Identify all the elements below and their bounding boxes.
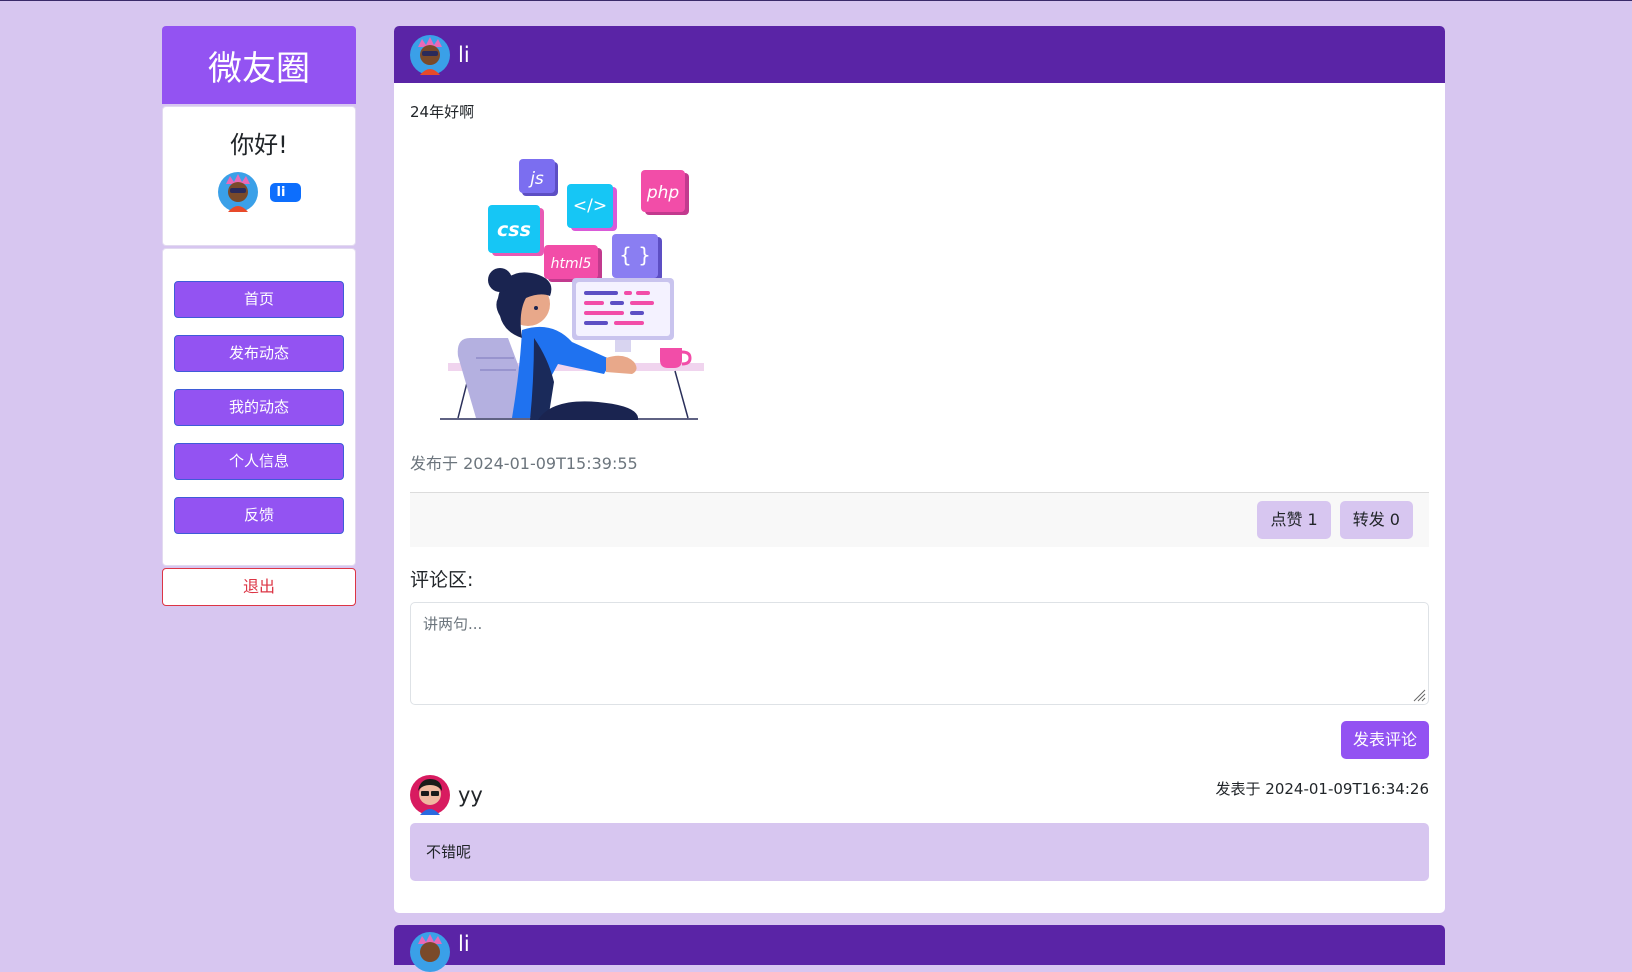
post-image[interactable]: js </> php css html5 {} bbox=[410, 158, 705, 428]
post-time: 发布于 2024-01-09T15:39:55 bbox=[410, 454, 638, 473]
comment-time: 发表于 2024-01-09T16:34:26 bbox=[1215, 780, 1429, 798]
share-button[interactable]: 转发 0 bbox=[1339, 501, 1413, 539]
like-button[interactable]: 点赞 1 bbox=[1257, 501, 1331, 539]
submit-row: 发表评论 bbox=[410, 721, 1429, 759]
next-post-author-avatar[interactable] bbox=[410, 932, 450, 972]
post-body: 24年好啊 js </> php css html5 {} 发布于 2024-… bbox=[394, 83, 1445, 474]
post-text: 24年好啊 bbox=[410, 103, 475, 121]
top-border bbox=[0, 0, 1632, 1]
nav-feedback-button[interactable]: 反馈 bbox=[174, 497, 344, 534]
comment-input[interactable]: 讲两句... bbox=[410, 602, 1429, 705]
svg-text:php: php bbox=[646, 183, 680, 203]
comment-text: 不错呢 bbox=[410, 823, 1429, 881]
greeting-title: 你好! bbox=[230, 131, 288, 159]
comment-user: yy bbox=[410, 775, 483, 815]
nav-profile-button[interactable]: 个人信息 bbox=[174, 443, 344, 480]
nav-menu: 首页 发布动态 我的动态 个人信息 反馈 bbox=[162, 248, 356, 566]
js-tile-icon: js bbox=[519, 159, 558, 196]
php-tile-icon: php bbox=[641, 170, 689, 215]
logout-button[interactable]: 退出 bbox=[162, 568, 356, 606]
post-footer: 点赞 1 转发 0 评论区: 讲两句... 发表评论 yy 发表于 2024-0… bbox=[394, 492, 1445, 913]
html5-tile-icon: html5 bbox=[544, 245, 602, 282]
nav-publish-button[interactable]: 发布动态 bbox=[174, 335, 344, 372]
next-post-header: li bbox=[394, 925, 1445, 972]
username-badge[interactable]: li bbox=[269, 182, 301, 202]
user-avatar bbox=[217, 172, 258, 212]
greeting-user: li bbox=[163, 172, 355, 212]
comment-section-title: 评论区: bbox=[410, 569, 474, 591]
post-author-name[interactable]: li bbox=[458, 43, 470, 67]
post-action-bar: 点赞 1 转发 0 bbox=[410, 492, 1429, 547]
svg-text:js: js bbox=[528, 169, 544, 189]
commenter-avatar[interactable] bbox=[410, 775, 450, 815]
nav-my-posts-button[interactable]: 我的动态 bbox=[174, 389, 344, 426]
svg-text:</>: </> bbox=[573, 196, 607, 216]
sidebar: 微友圈 你好! li 首页 发布动态 我的动态 个人信息 反馈 退出 bbox=[162, 26, 356, 606]
submit-comment-button[interactable]: 发表评论 bbox=[1340, 721, 1429, 759]
braces-tile-icon: { } bbox=[612, 234, 662, 281]
next-post-author-name[interactable]: li bbox=[458, 932, 470, 956]
svg-text:html5: html5 bbox=[551, 256, 592, 272]
brand-title: 微友圈 bbox=[162, 26, 356, 104]
svg-text:{ }: { } bbox=[619, 243, 651, 267]
css-tile-icon: css bbox=[488, 205, 544, 256]
comment-placeholder: 讲两句... bbox=[423, 615, 483, 633]
post-card: li 24年好啊 js </> php css html5 {} 发布于 20… bbox=[394, 26, 1445, 913]
nav-home-button[interactable]: 首页 bbox=[174, 281, 344, 318]
post-header: li bbox=[394, 26, 1445, 83]
post-author-avatar[interactable] bbox=[410, 34, 450, 75]
comment-item: yy 发表于 2024-01-09T16:34:26 bbox=[410, 775, 1429, 815]
greeting-card: 你好! li bbox=[162, 106, 356, 246]
commenter-name[interactable]: yy bbox=[458, 783, 483, 807]
svg-text:css: css bbox=[497, 219, 531, 241]
resize-grip-icon[interactable] bbox=[1412, 688, 1426, 702]
code-tile-icon: </> bbox=[567, 184, 617, 231]
